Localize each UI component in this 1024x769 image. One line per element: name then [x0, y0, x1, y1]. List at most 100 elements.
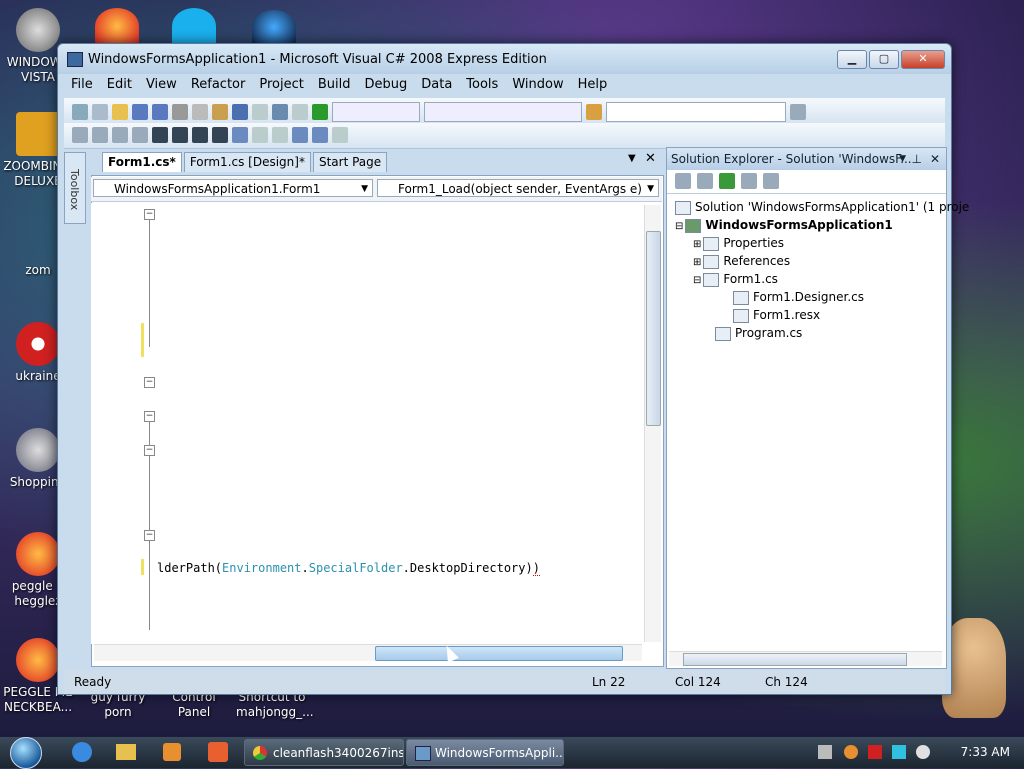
clock[interactable]: 7:33 AM: [961, 745, 1010, 759]
tab-form1-design[interactable]: Form1.cs [Design]*: [183, 152, 311, 172]
menu-refactor[interactable]: Refactor: [184, 74, 253, 96]
editor-horizontal-scrollbar[interactable]: [94, 644, 642, 661]
tray-search-icon[interactable]: [844, 745, 858, 759]
expand-icon[interactable]: ⊞: [693, 257, 701, 268]
new-project-icon[interactable]: [72, 104, 88, 120]
increase-indent-icon[interactable]: [172, 127, 188, 143]
tree-item-properties[interactable]: ⊞ Properties: [693, 236, 784, 251]
properties-icon[interactable]: [675, 173, 691, 189]
navigate-backward-icon[interactable]: [272, 104, 288, 120]
uncomment-icon[interactable]: [212, 127, 228, 143]
scroll-thumb[interactable]: [646, 231, 661, 426]
find-combo[interactable]: [606, 102, 786, 122]
open-file-icon[interactable]: [112, 104, 128, 120]
cut-icon[interactable]: [172, 104, 188, 120]
solution-configurations-combo[interactable]: [332, 102, 420, 122]
tray-flag-icon[interactable]: [868, 745, 882, 759]
taskbar-visual-studio-task[interactable]: WindowsFormsAppli...: [406, 739, 564, 766]
copy-icon[interactable]: [192, 104, 208, 120]
tab-list-dropdown-icon[interactable]: ▼: [628, 153, 636, 164]
save-all-icon[interactable]: [152, 104, 168, 120]
solution-explorer-horizontal-scrollbar[interactable]: [669, 651, 942, 666]
maximize-button[interactable]: ▢: [869, 50, 899, 69]
toolbox-tab[interactable]: Toolbox: [64, 152, 86, 224]
menu-view[interactable]: View: [139, 74, 184, 96]
complete-word-icon[interactable]: [132, 127, 148, 143]
tab-start-page[interactable]: Start Page: [312, 152, 388, 172]
clear-bookmarks-icon[interactable]: [332, 127, 348, 143]
menu-help[interactable]: Help: [571, 74, 615, 96]
start-button[interactable]: [4, 737, 48, 769]
view-designer-icon[interactable]: [763, 173, 779, 189]
comment-out-icon[interactable]: [192, 127, 208, 143]
navigate-forward-icon[interactable]: [292, 104, 308, 120]
save-icon[interactable]: [132, 104, 148, 120]
media-player-icon[interactable]: [154, 739, 190, 766]
start-debugging-icon[interactable]: [312, 104, 328, 120]
tree-item-project[interactable]: ⊟ WindowsFormsApplication1: [675, 218, 893, 233]
globe-icon[interactable]: [252, 10, 296, 44]
tray-network-icon[interactable]: [892, 745, 906, 759]
tree-item-form1-resx[interactable]: Form1.resx: [733, 308, 820, 323]
view-code-icon[interactable]: [741, 173, 757, 189]
title-bar[interactable]: WindowsFormsApplication1 - Microsoft Vis…: [58, 44, 951, 74]
next-bookmark-folder-icon[interactable]: [312, 127, 328, 143]
class-combo[interactable]: WindowsFormsApplication1.Form1 ▼: [93, 179, 373, 197]
menu-edit[interactable]: Edit: [100, 74, 139, 96]
menu-tools[interactable]: Tools: [459, 74, 505, 96]
tree-item-form1-cs[interactable]: ⊟ Form1.cs: [693, 272, 778, 287]
tree-item-solution[interactable]: Solution 'WindowsFormsApplication1' (1 p…: [675, 200, 969, 215]
menu-project[interactable]: Project: [252, 74, 310, 96]
toggle-bookmark-icon[interactable]: [232, 127, 248, 143]
show-all-files-icon[interactable]: [697, 173, 713, 189]
find-in-files-icon[interactable]: [586, 104, 602, 120]
parameter-info-icon[interactable]: [92, 127, 108, 143]
tray-icon[interactable]: [818, 745, 832, 759]
scroll-thumb[interactable]: [375, 646, 623, 661]
menu-debug[interactable]: Debug: [357, 74, 414, 96]
tree-item-program-cs[interactable]: Program.cs: [715, 326, 802, 341]
next-bookmark-icon[interactable]: [272, 127, 288, 143]
expand-icon[interactable]: ⊞: [693, 239, 701, 250]
peggle-icon[interactable]: [95, 8, 139, 44]
pinned-app-icon[interactable]: [200, 739, 236, 766]
refresh-icon[interactable]: [719, 173, 735, 189]
minimize-button[interactable]: ▁: [837, 50, 867, 69]
chevron-down-icon[interactable]: ▼: [899, 148, 906, 170]
member-combo[interactable]: Form1_Load(object sender, EventArgs e) ▼: [377, 179, 659, 197]
collapse-icon[interactable]: ⊟: [693, 275, 701, 286]
menu-data[interactable]: Data: [414, 74, 459, 96]
code-editor[interactable]: − − − − − lderPath(Environment.SpecialFo…: [91, 203, 662, 644]
redo-icon[interactable]: [252, 104, 268, 120]
quick-info-icon[interactable]: [112, 127, 128, 143]
menu-window[interactable]: Window: [505, 74, 570, 96]
tray-volume-icon[interactable]: [916, 745, 930, 759]
undo-icon[interactable]: [232, 104, 248, 120]
solution-platforms-combo[interactable]: [424, 102, 582, 122]
decrease-indent-icon[interactable]: [152, 127, 168, 143]
menu-build[interactable]: Build: [311, 74, 358, 96]
editor-vertical-scrollbar[interactable]: [644, 205, 661, 642]
scroll-thumb[interactable]: [683, 653, 907, 666]
add-item-icon[interactable]: [92, 104, 108, 120]
windows-explorer-icon[interactable]: [108, 739, 144, 766]
tree-item-references[interactable]: ⊞ References: [693, 254, 790, 269]
close-document-icon[interactable]: ✕: [645, 151, 656, 166]
taskbar-chrome-task[interactable]: cleanflash3400267ins...: [244, 739, 404, 766]
solution-explorer-titlebar[interactable]: Solution Explorer - Solution 'WindowsF..…: [667, 148, 946, 170]
tree-item-form1-designer[interactable]: Form1.Designer.cs: [733, 290, 864, 305]
outline-collapse-icon[interactable]: −: [144, 377, 155, 388]
collapse-icon[interactable]: ⊟: [675, 221, 683, 232]
skype-icon[interactable]: [172, 8, 216, 44]
pin-icon[interactable]: ⊥: [912, 148, 922, 170]
previous-bookmark-folder-icon[interactable]: [292, 127, 308, 143]
solution-explorer-icon[interactable]: [790, 104, 806, 120]
close-icon[interactable]: ✕: [930, 148, 940, 170]
object-browser-icon[interactable]: [72, 127, 88, 143]
previous-bookmark-icon[interactable]: [252, 127, 268, 143]
internet-explorer-icon[interactable]: [64, 739, 100, 766]
menu-file[interactable]: File: [64, 74, 100, 96]
close-button[interactable]: ✕: [901, 50, 945, 69]
paste-icon[interactable]: [212, 104, 228, 120]
tab-form1-cs[interactable]: Form1.cs*: [102, 152, 182, 172]
